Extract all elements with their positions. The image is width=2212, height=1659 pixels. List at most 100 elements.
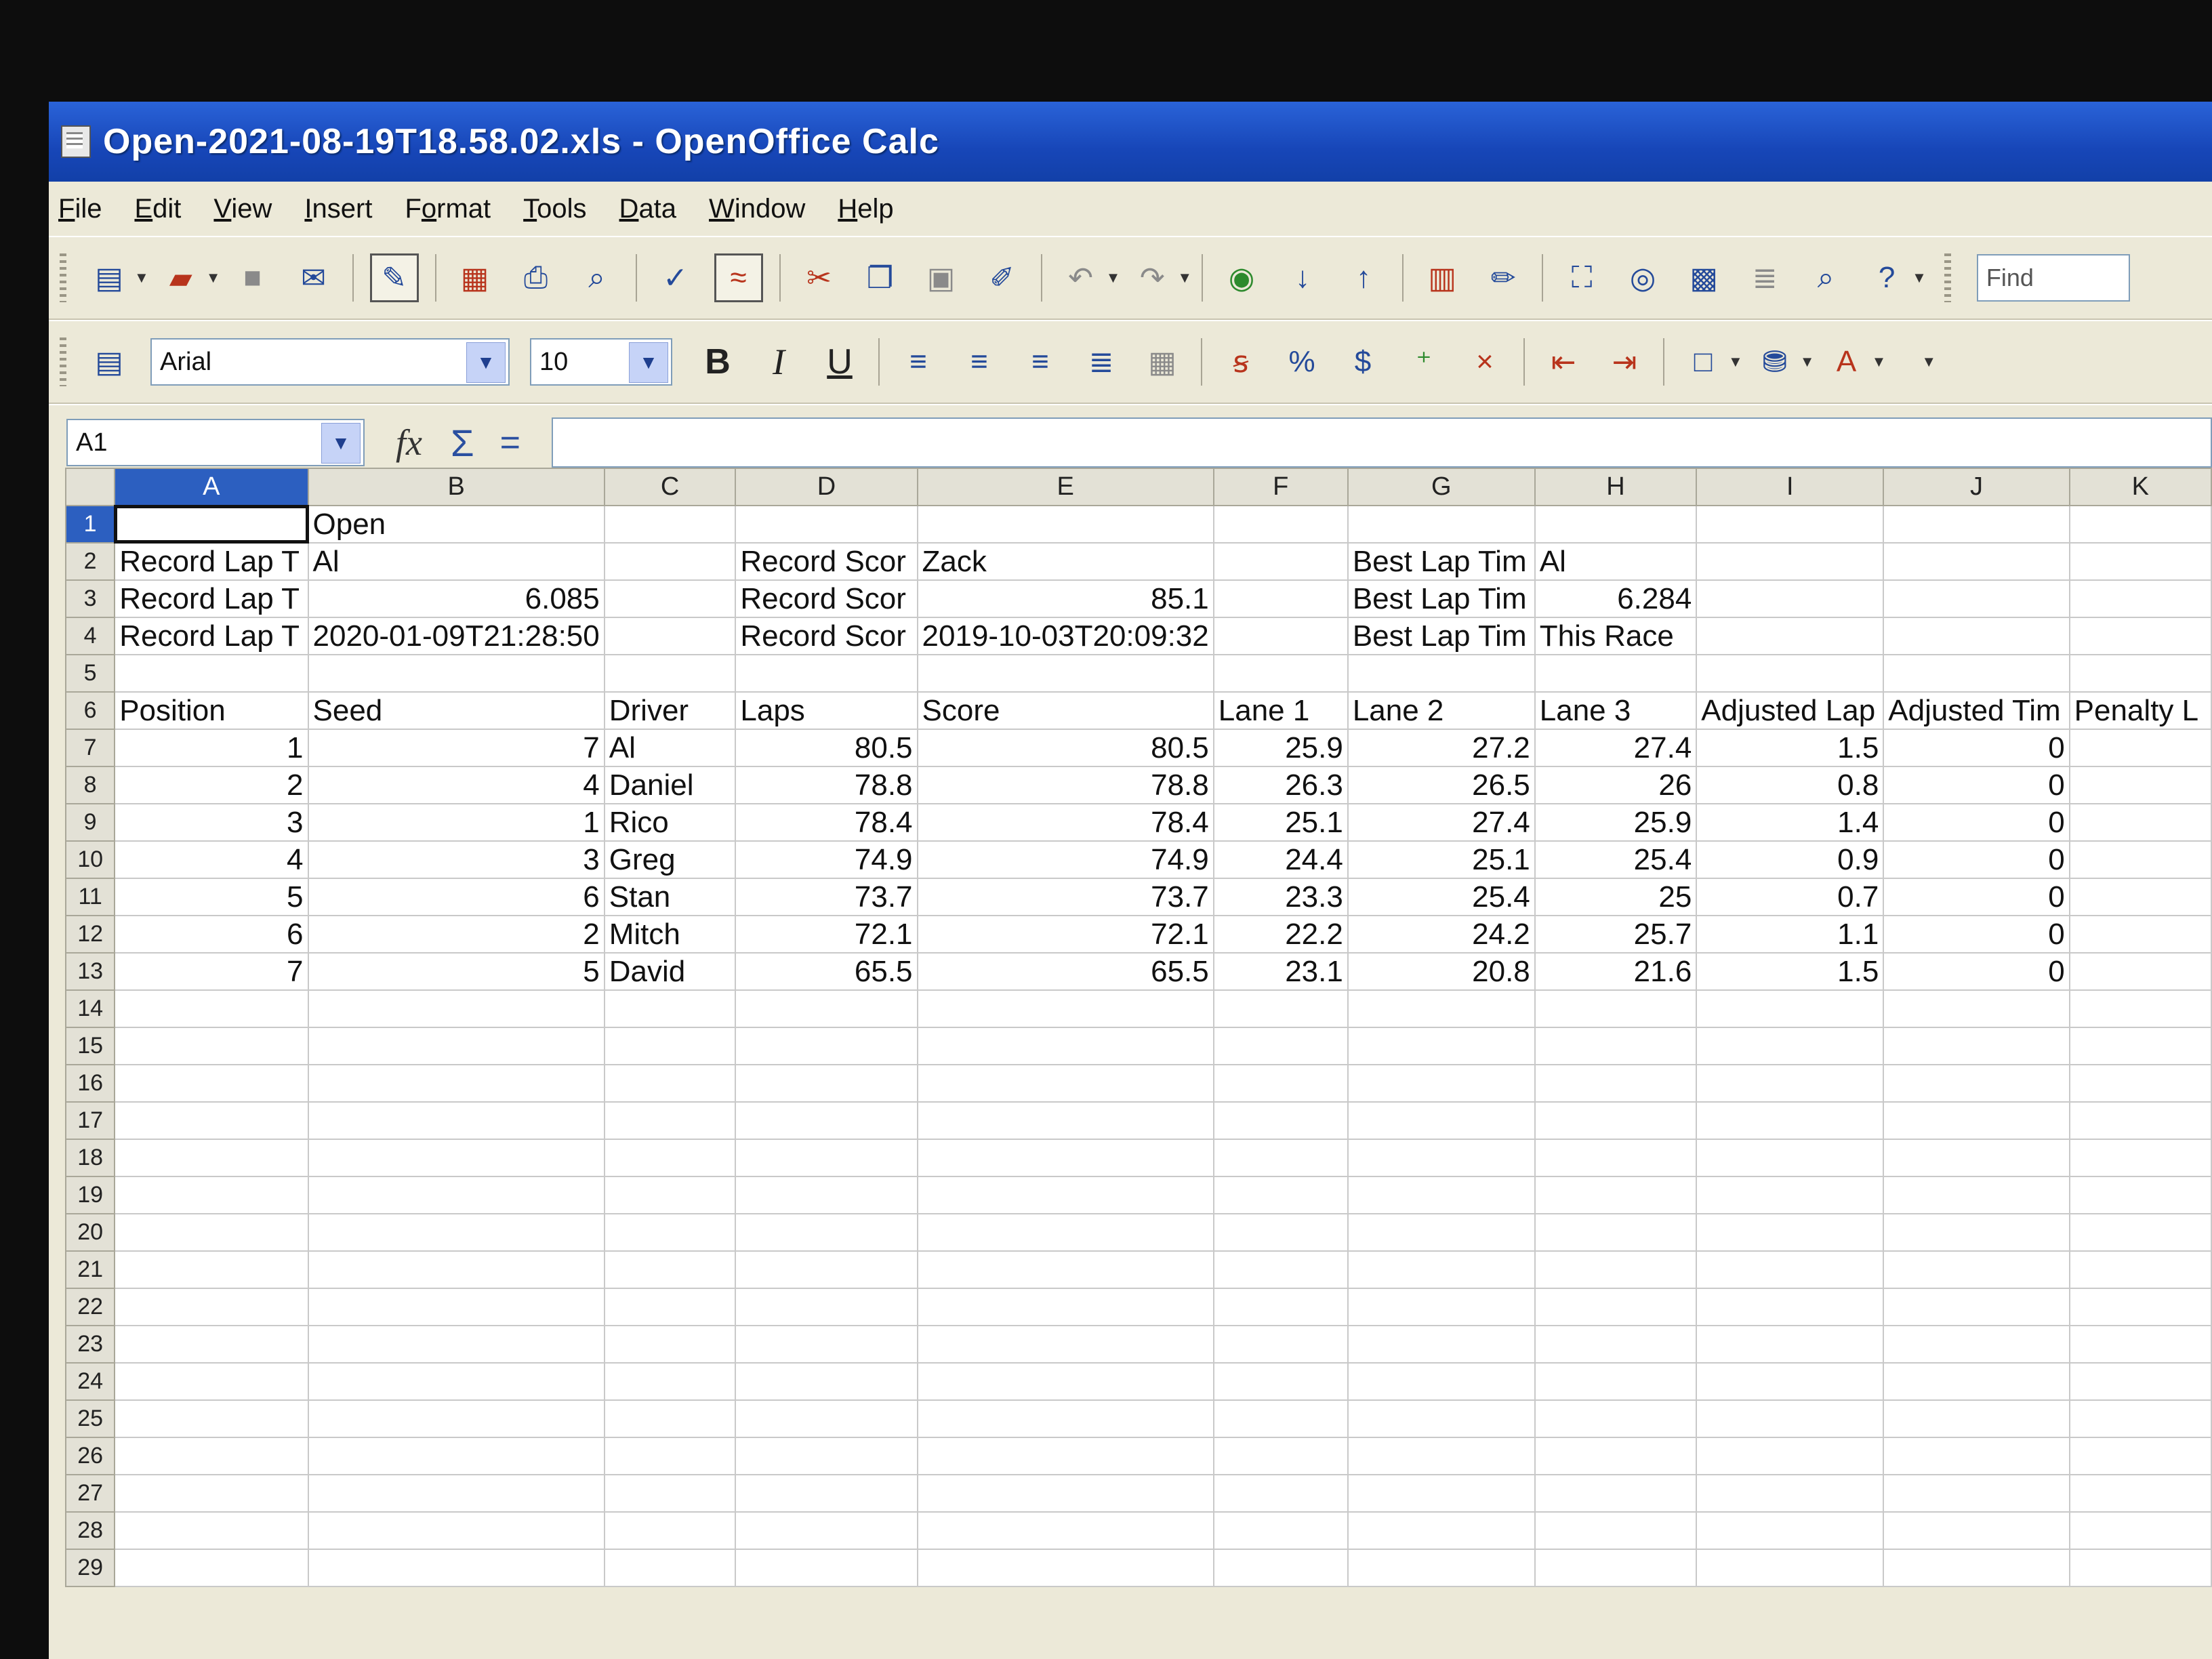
cell-g3[interactable]: Best Lap Tim bbox=[1347, 579, 1536, 618]
hyperlink-icon[interactable]: ◉ bbox=[1219, 255, 1264, 300]
data-sources-icon[interactable]: ≣ bbox=[1742, 255, 1787, 300]
cell-f6[interactable]: Lane 1 bbox=[1212, 691, 1349, 730]
chevron-down-icon[interactable]: ▼ bbox=[134, 269, 149, 287]
row-header[interactable]: 24 bbox=[64, 1362, 116, 1401]
cell-f29[interactable] bbox=[1212, 1549, 1349, 1587]
cell-j28[interactable] bbox=[1883, 1511, 2070, 1550]
cell-b16[interactable] bbox=[307, 1064, 605, 1103]
cell-j17[interactable] bbox=[1883, 1101, 2070, 1140]
cell-k12[interactable] bbox=[2068, 915, 2212, 954]
cell-c3[interactable] bbox=[603, 579, 737, 618]
merge-cells-icon[interactable]: ▦ bbox=[1140, 340, 1185, 384]
cell-a13[interactable]: 7 bbox=[114, 952, 309, 991]
toolbar-overflow-icon[interactable]: ▼ bbox=[1921, 353, 1936, 371]
autospellcheck-icon[interactable]: ≈ bbox=[714, 253, 763, 302]
email-icon[interactable]: ✉ bbox=[291, 255, 336, 300]
cell-h14[interactable] bbox=[1534, 989, 1698, 1028]
cell-c13[interactable]: David bbox=[603, 952, 737, 991]
cell-k2[interactable] bbox=[2068, 542, 2212, 581]
title-bar[interactable]: Open-2021-08-19T18.58.02.xls - OpenOffic… bbox=[49, 102, 2212, 182]
cell-j4[interactable] bbox=[1883, 617, 2070, 655]
cell-b18[interactable] bbox=[307, 1139, 605, 1177]
chevron-down-icon[interactable]: ▼ bbox=[1800, 353, 1815, 371]
cell-d23[interactable] bbox=[735, 1325, 918, 1364]
cell-a24[interactable] bbox=[114, 1362, 309, 1401]
redo-icon[interactable]: ↷ bbox=[1130, 255, 1174, 300]
cell-f16[interactable] bbox=[1212, 1064, 1349, 1103]
cell-j13[interactable]: 0 bbox=[1883, 952, 2070, 991]
zoom-icon[interactable]: ⌕ bbox=[1803, 255, 1848, 300]
standard-number-format-icon[interactable]: $ bbox=[1340, 340, 1385, 384]
row-header[interactable]: 1 bbox=[64, 505, 116, 544]
cell-b6[interactable]: Seed bbox=[307, 691, 605, 730]
cell-i9[interactable]: 1.4 bbox=[1696, 803, 1885, 842]
cell-d17[interactable] bbox=[735, 1101, 918, 1140]
cell-d9[interactable]: 78.4 bbox=[735, 803, 918, 842]
cell-g1[interactable] bbox=[1347, 505, 1536, 544]
cell-d22[interactable] bbox=[735, 1288, 918, 1326]
print-icon[interactable]: ⎙ bbox=[514, 255, 558, 300]
cell-i27[interactable] bbox=[1696, 1474, 1885, 1513]
cell-a3[interactable]: Record Lap T bbox=[114, 579, 309, 618]
cell-e2[interactable]: Zack bbox=[916, 542, 1214, 581]
borders-icon[interactable]: □ bbox=[1681, 340, 1725, 384]
row-header[interactable]: 25 bbox=[64, 1399, 116, 1438]
row-header[interactable]: 7 bbox=[64, 729, 116, 767]
cell-g15[interactable] bbox=[1347, 1027, 1536, 1065]
cell-b17[interactable] bbox=[307, 1101, 605, 1140]
cell-k5[interactable] bbox=[2068, 654, 2212, 693]
find-input[interactable]: Find bbox=[1976, 254, 2130, 302]
cell-c5[interactable] bbox=[603, 654, 737, 693]
cell-d21[interactable] bbox=[735, 1250, 918, 1289]
save-icon[interactable]: ■ bbox=[230, 255, 275, 300]
cell-d8[interactable]: 78.8 bbox=[735, 766, 918, 804]
cell-f24[interactable] bbox=[1212, 1362, 1349, 1401]
cell-i29[interactable] bbox=[1696, 1549, 1885, 1587]
cell-b29[interactable] bbox=[307, 1549, 605, 1587]
column-header-e[interactable]: E bbox=[916, 468, 1214, 506]
cell-j26[interactable] bbox=[1883, 1437, 2070, 1475]
cell-e5[interactable] bbox=[916, 654, 1214, 693]
cell-j14[interactable] bbox=[1883, 989, 2070, 1028]
row-header[interactable]: 4 bbox=[64, 617, 116, 655]
cell-c18[interactable] bbox=[603, 1139, 737, 1177]
cell-j24[interactable] bbox=[1883, 1362, 2070, 1401]
cell-i14[interactable] bbox=[1696, 989, 1885, 1028]
cell-f10[interactable]: 24.4 bbox=[1212, 840, 1349, 879]
cell-c21[interactable] bbox=[603, 1250, 737, 1289]
cell-g18[interactable] bbox=[1347, 1139, 1536, 1177]
chevron-down-icon[interactable]: ▼ bbox=[321, 423, 361, 464]
cell-h11[interactable]: 25 bbox=[1534, 878, 1698, 916]
cell-b19[interactable] bbox=[307, 1176, 605, 1214]
clone-formatting-icon[interactable]: ✐ bbox=[980, 255, 1025, 300]
cell-e12[interactable]: 72.1 bbox=[916, 915, 1214, 954]
cell-k20[interactable] bbox=[2068, 1213, 2212, 1252]
cell-e23[interactable] bbox=[916, 1325, 1214, 1364]
undo-icon[interactable]: ↶ bbox=[1059, 255, 1103, 300]
cell-c11[interactable]: Stan bbox=[603, 878, 737, 916]
spellcheck-icon[interactable]: ✓ bbox=[653, 255, 698, 300]
chevron-down-icon[interactable]: ▼ bbox=[1177, 269, 1192, 287]
decrease-indent-icon[interactable]: ⇤ bbox=[1541, 340, 1586, 384]
cell-b20[interactable] bbox=[307, 1213, 605, 1252]
new-document-icon[interactable]: ▤ bbox=[87, 255, 131, 300]
cell-i3[interactable] bbox=[1696, 579, 1885, 618]
cell-e29[interactable] bbox=[916, 1549, 1214, 1587]
cell-h5[interactable] bbox=[1534, 654, 1698, 693]
cell-j29[interactable] bbox=[1883, 1549, 2070, 1587]
underline-button[interactable]: U bbox=[817, 340, 862, 384]
cell-d1[interactable] bbox=[735, 505, 918, 544]
cell-h23[interactable] bbox=[1534, 1325, 1698, 1364]
row-header[interactable]: 17 bbox=[64, 1101, 116, 1140]
cell-h24[interactable] bbox=[1534, 1362, 1698, 1401]
cell-f26[interactable] bbox=[1212, 1437, 1349, 1475]
font-size-select[interactable]: 10 ▼ bbox=[530, 338, 672, 386]
cell-h8[interactable]: 26 bbox=[1534, 766, 1698, 804]
cell-i2[interactable] bbox=[1696, 542, 1885, 581]
cell-a6[interactable]: Position bbox=[114, 691, 309, 730]
cell-f23[interactable] bbox=[1212, 1325, 1349, 1364]
cell-h29[interactable] bbox=[1534, 1549, 1698, 1587]
chevron-down-icon[interactable]: ▼ bbox=[629, 342, 668, 383]
background-color-icon[interactable]: ⛃ bbox=[1753, 340, 1797, 384]
row-header[interactable]: 21 bbox=[64, 1250, 116, 1289]
